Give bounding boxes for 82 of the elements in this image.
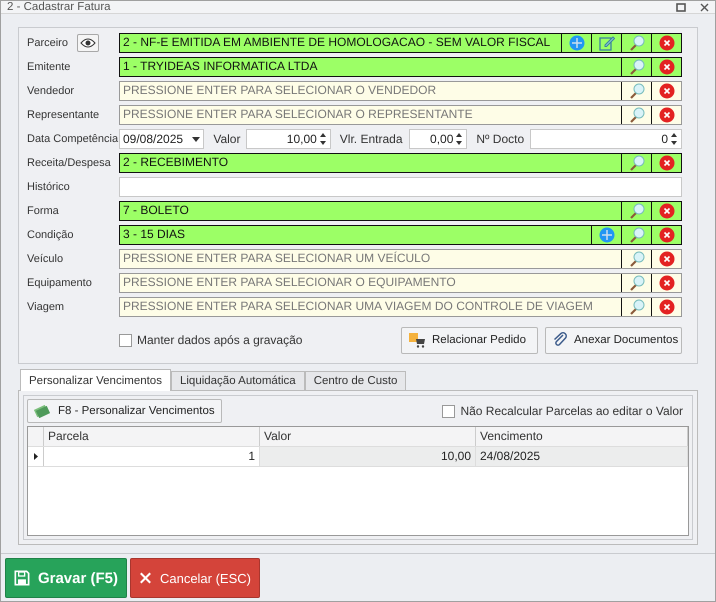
clear-icon [658,227,674,243]
search-icon [628,83,646,99]
field-label: Viagem [27,301,66,313]
action-button[interactable]: Anexar Documentos [545,326,682,354]
clear-icon [658,299,674,315]
maximize-icon[interactable] [676,2,686,12]
lookup-field[interactable]: 3 - 15 DIAS [119,225,682,245]
lookup-field[interactable]: PRESSIONE ENTER PARA SELECIONAR UMA VIAGEM DO CONTROLE DE VIAGEM [119,297,682,317]
spinner-icon[interactable] [318,131,327,147]
checkbox[interactable] [119,334,132,346]
column-header: Valor [260,427,476,446]
tab[interactable]: Personalizar Vencimentos [20,369,171,391]
field-label: Equipamento [27,277,93,289]
search-icon [628,107,646,123]
search-icon [628,299,646,315]
customize-button[interactable]: F8 - Personalizar Vencimentos [27,399,222,423]
column-header: Parcela [44,427,260,446]
column-header: Vencimento [476,427,688,446]
eye-icon [80,38,96,48]
number-field[interactable]: 10,00 [246,129,331,149]
field-label: Data Competência [27,133,119,145]
clear-icon [658,35,674,51]
money-icon [34,404,50,418]
field-label: Vendedor [27,85,76,97]
spinner-icon[interactable] [670,131,678,147]
edit-icon [598,35,614,51]
clear-icon [658,155,674,171]
field-label: Veículo [27,253,64,265]
search-icon [628,155,646,171]
lookup-field[interactable]: PRESSIONE ENTER PARA SELECIONAR O EQUIPAMENTO [119,273,682,293]
checkbox[interactable] [442,404,456,418]
field-label: Nº Docto [476,132,524,146]
lookup-field[interactable]: 2 - NF-E EMITIDA EM AMBIENTE DE HOMOLOGACAO - SEM VALOR FISCAL [119,33,682,53]
field-label: Representante [27,109,100,121]
view-button[interactable] [77,34,99,52]
lookup-field[interactable]: 2 - RECEBIMENTO [119,153,682,173]
lookup-field[interactable]: 7 - BOLETO [119,201,682,221]
tab[interactable]: Centro de Custo [304,371,406,391]
clear-icon [658,59,674,75]
lookup-field[interactable]: 1 - TRYIDEAS INFORMATICA LTDA [119,57,682,77]
clear-icon [658,83,674,99]
clear-icon [658,251,674,267]
spinner-icon[interactable] [455,131,464,147]
action-button[interactable]: Relacionar Pedido [401,326,538,354]
field-label: Forma [27,205,60,217]
plus-icon [598,227,614,243]
checkbox-label: Manter dados após a gravação [137,333,302,347]
cart-icon [408,332,426,348]
lookup-field[interactable]: PRESSIONE ENTER PARA SELECIONAR O VENDEDOR [119,81,682,101]
search-icon [628,59,646,75]
row-pointer-icon [34,453,38,460]
close-icon[interactable] [700,2,709,12]
clear-icon [658,107,674,123]
search-icon [628,251,646,267]
field-label: Receita/Despesa [27,157,112,169]
clear-icon [658,203,674,219]
field-label: Valor [213,132,240,146]
paperclip-icon [552,332,568,348]
field-label: Condição [27,229,74,241]
number-field[interactable]: 0 [530,129,682,149]
table-cell: 24/08/2025 [476,447,688,466]
number-field[interactable]: 0,00 [408,129,468,149]
field-label: Emitente [27,61,72,73]
table-cell: 10,00 [260,447,476,466]
text-field[interactable] [119,177,682,197]
date-field[interactable]: 09/08/2025 [119,129,204,149]
tab[interactable]: Liquidação Automática [170,371,305,391]
search-icon [628,227,646,243]
search-icon [628,35,646,51]
window-title: 2 - Cadastrar Fatura [7,1,112,13]
cancel-button[interactable]: Cancelar (ESC) [130,558,260,598]
field-label: Vlr. Entrada [340,132,402,146]
clear-icon [658,275,674,291]
search-icon [628,203,646,219]
lookup-field[interactable]: PRESSIONE ENTER PARA SELECIONAR O REPRESENTANTE [119,105,682,125]
field-label: Parceiro [27,37,69,49]
search-icon [628,275,646,291]
plus-icon [568,35,584,51]
field-label: Histórico [27,181,71,193]
lookup-field[interactable]: PRESSIONE ENTER PARA SELECIONAR UM VEÍCULO [119,249,682,269]
dropdown-icon [192,136,200,142]
checkbox-label: Não Recalcular Parcelas ao editar o Valor [460,404,683,418]
